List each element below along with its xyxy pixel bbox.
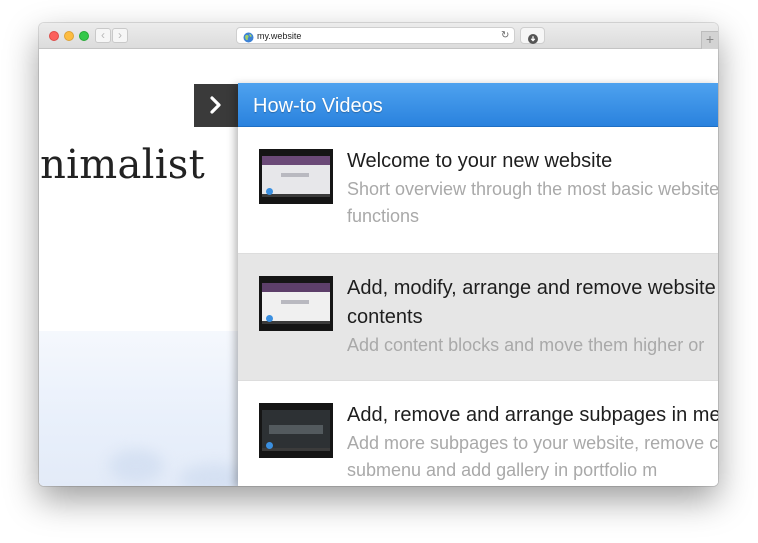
panel-header: How-to Videos: [238, 83, 718, 127]
minimize-window-button[interactable]: [64, 31, 74, 41]
download-button[interactable]: [520, 27, 545, 44]
thumbnail-bar: [262, 448, 330, 451]
video-item[interactable]: Welcome to your new website Short overvi…: [238, 127, 718, 254]
globe-icon: [243, 30, 254, 48]
site-title: inimalist: [39, 142, 206, 188]
browser-window: ‹ › my.website ↻ + inimalist How-to Vide…: [39, 23, 718, 486]
thumbnail-detail: [281, 173, 309, 177]
forward-button[interactable]: ›: [112, 28, 128, 43]
panel-toggle-button[interactable]: [194, 84, 238, 127]
video-title[interactable]: Add, modify, arrange and remove website …: [347, 274, 718, 332]
thumbnail-bar: [262, 321, 330, 324]
thumbnail-dot: [266, 442, 273, 449]
video-item[interactable]: Add, modify, arrange and remove website …: [238, 254, 718, 381]
video-thumbnail[interactable]: [259, 403, 333, 458]
video-description: Add more subpages to your website, remov…: [347, 433, 718, 480]
thumbnail-dot: [266, 315, 273, 322]
how-to-videos-panel: How-to Videos Welcome to your new websit…: [238, 83, 718, 486]
url-text: my.website: [257, 31, 302, 41]
thumbnail-dot: [266, 188, 273, 195]
background-decoration: [109, 449, 164, 483]
browser-toolbar: ‹ › my.website ↻ +: [39, 23, 718, 49]
new-tab-button[interactable]: +: [701, 31, 718, 49]
download-icon: [528, 31, 538, 49]
video-thumbnail[interactable]: [259, 149, 333, 204]
video-description: Add content blocks and move them higher …: [347, 335, 705, 355]
video-item[interactable]: Add, remove and arrange subpages in menu…: [238, 381, 718, 486]
thumbnail-bar: [262, 194, 330, 197]
web-page: inimalist How-to Videos Welcome to your: [39, 49, 718, 486]
back-button[interactable]: ‹: [95, 28, 111, 43]
zoom-window-button[interactable]: [79, 31, 89, 41]
video-title[interactable]: Welcome to your new website: [347, 147, 718, 176]
thumbnail-detail: [281, 300, 309, 304]
chevron-right-icon: [208, 96, 224, 117]
thumbnail-detail: [269, 425, 323, 434]
video-title[interactable]: Add, remove and arrange subpages in menu: [347, 401, 718, 430]
video-thumbnail[interactable]: [259, 276, 333, 331]
reload-icon[interactable]: ↻: [501, 29, 509, 42]
address-bar[interactable]: my.website ↻: [236, 27, 515, 44]
video-description: Short overview through the most basic we…: [347, 179, 718, 226]
close-window-button[interactable]: [49, 31, 59, 41]
panel-title: How-to Videos: [253, 95, 383, 117]
